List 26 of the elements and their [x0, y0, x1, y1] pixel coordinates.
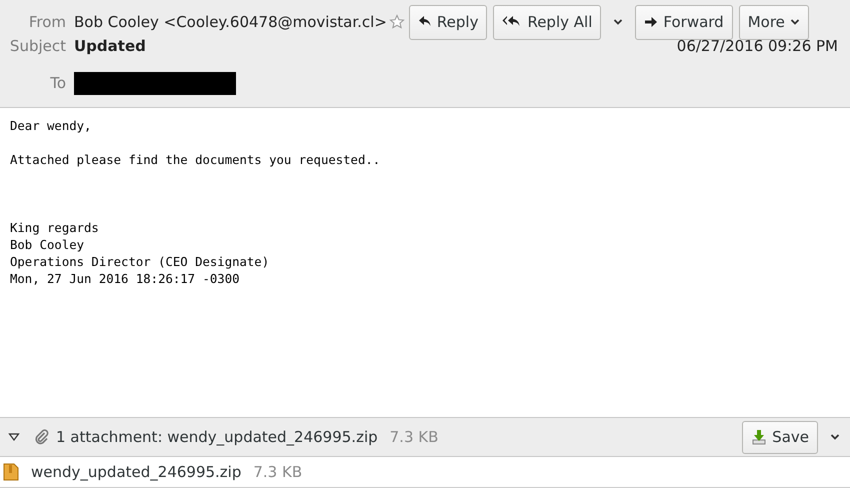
forward-arrow-icon	[644, 15, 658, 29]
caret-icon	[613, 18, 624, 26]
forward-button[interactable]: Forward	[635, 4, 733, 40]
message-paragraph: Dear wendy,	[10, 118, 92, 135]
subject: Updated	[74, 37, 146, 55]
download-icon	[751, 429, 768, 445]
sender: Bob Cooley <Cooley.60478@movistar.cl>	[74, 13, 387, 31]
caret-icon	[790, 18, 800, 26]
more-button[interactable]: More	[738, 4, 809, 40]
star-icon[interactable]	[388, 14, 405, 30]
caret-icon	[830, 433, 840, 441]
message-paragraph: Attached please find the documents you requested..	[10, 152, 382, 169]
archive-file-icon	[3, 463, 19, 481]
from-label: From	[28, 13, 66, 31]
to-label: To	[49, 74, 66, 92]
attachment-size: 7.3 KB	[390, 428, 438, 446]
save-button[interactable]: Save	[742, 420, 818, 454]
message-paragraph: King regards Bob Cooley Operations Director (CEO Designate) Mon, 27 Jun 2016 18:26:17 -0300	[10, 220, 270, 288]
reply-all-button[interactable]: Reply All	[493, 4, 602, 40]
paperclip-icon	[34, 429, 50, 445]
subject-label: Subject	[8, 37, 66, 55]
expander-icon[interactable]	[8, 431, 20, 443]
attachment-summary: 1 attachment: wendy_updated_246995.zip	[56, 428, 378, 446]
attachment-item[interactable]: wendy_updated_246995.zip 7.3 KB	[0, 457, 850, 488]
reply-button[interactable]: Reply	[408, 4, 488, 40]
date: 06/27/2016 09:26 PM	[676, 37, 838, 55]
